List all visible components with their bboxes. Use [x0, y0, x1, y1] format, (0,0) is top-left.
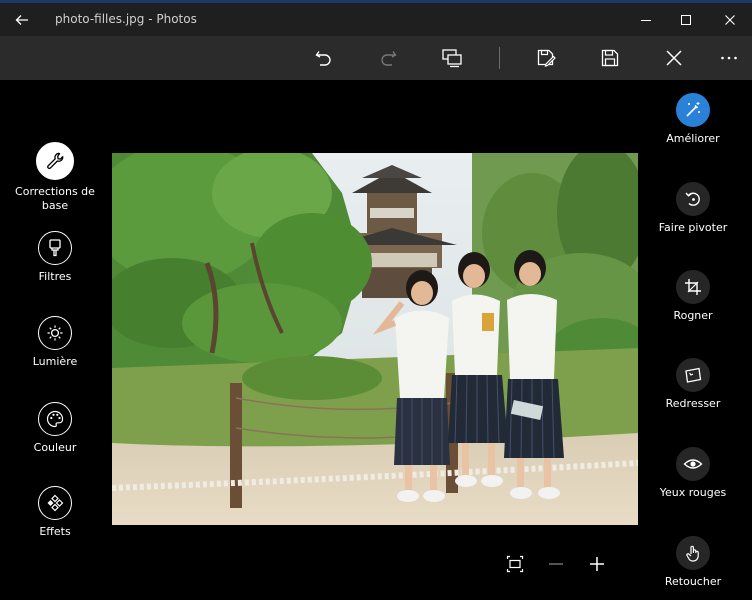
- tool-basic-corrections[interactable]: Corrections de base: [5, 142, 105, 213]
- title-bar: photo-filles.jpg - Photos: [0, 0, 752, 36]
- photos-app-window: photo-filles.jpg - Photos Corrections de…: [0, 0, 752, 600]
- tool-label: Couleur: [33, 441, 77, 454]
- minus-icon: [549, 563, 563, 565]
- save-icon: [601, 49, 619, 67]
- close-window-button[interactable]: [710, 6, 750, 34]
- save-button[interactable]: [595, 44, 625, 72]
- tool-label: Lumière: [32, 355, 78, 368]
- maximize-button[interactable]: [666, 6, 706, 34]
- maximize-icon: [681, 15, 691, 25]
- close-icon: [666, 50, 682, 66]
- save-copy-icon: [537, 49, 556, 67]
- tool-rotate[interactable]: Faire pivoter: [643, 182, 743, 235]
- minimize-button[interactable]: [626, 6, 666, 34]
- tool-label: Améliorer: [666, 132, 720, 145]
- palette-icon: [38, 402, 72, 436]
- more-options-button[interactable]: [714, 44, 744, 72]
- photo-image: [112, 153, 638, 525]
- window-title: photo-filles.jpg - Photos: [55, 12, 197, 26]
- tool-color[interactable]: Couleur: [5, 402, 105, 455]
- fit-screen-icon: [506, 555, 524, 573]
- edit-toolbar: [0, 36, 752, 80]
- touch-hand-icon: [676, 536, 710, 570]
- tool-label: Redresser: [665, 397, 721, 410]
- redo-button[interactable]: [373, 44, 403, 72]
- back-button[interactable]: [8, 6, 36, 34]
- undo-icon: [315, 51, 331, 66]
- tool-crop[interactable]: Rogner: [643, 270, 743, 323]
- effects-icon: [38, 486, 72, 520]
- rotate-icon: [676, 182, 710, 216]
- tool-label: Corrections de base: [15, 185, 95, 212]
- compare-icon: [442, 49, 462, 68]
- undo-button[interactable]: [309, 44, 339, 72]
- tool-filters[interactable]: Filtres: [5, 231, 105, 284]
- zoom-in-button[interactable]: [584, 551, 610, 577]
- fit-to-window-button[interactable]: [502, 551, 528, 577]
- tool-light[interactable]: Lumière: [5, 316, 105, 369]
- more-dots-icon: [721, 56, 737, 60]
- tool-label: Filtres: [38, 270, 72, 283]
- photo-canvas[interactable]: [112, 153, 638, 525]
- tool-enhance[interactable]: Améliorer: [643, 93, 743, 146]
- brush-icon: [38, 231, 72, 265]
- tool-effects[interactable]: Effets: [5, 486, 105, 539]
- wrench-icon: [36, 142, 74, 180]
- tool-label: Rogner: [673, 309, 713, 322]
- tool-label: Yeux rouges: [659, 486, 727, 499]
- compare-button[interactable]: [437, 44, 467, 72]
- tool-straighten[interactable]: Redresser: [643, 358, 743, 411]
- toolbar-separator: [499, 47, 500, 69]
- plus-icon: [590, 557, 604, 571]
- eye-icon: [676, 447, 710, 481]
- zoom-out-button[interactable]: [543, 551, 569, 577]
- tool-red-eye[interactable]: Yeux rouges: [643, 447, 743, 500]
- save-copy-button[interactable]: [531, 44, 561, 72]
- tool-retouch[interactable]: Retoucher: [643, 536, 743, 589]
- straighten-icon: [676, 358, 710, 392]
- redo-icon: [381, 51, 397, 66]
- crop-icon: [676, 270, 710, 304]
- sun-icon: [38, 316, 72, 350]
- magic-wand-icon: [676, 93, 710, 127]
- cancel-edit-button[interactable]: [659, 44, 689, 72]
- close-icon: [725, 15, 735, 25]
- tool-label: Faire pivoter: [658, 221, 728, 234]
- minimize-icon: [641, 20, 651, 21]
- tool-label: Retoucher: [664, 575, 722, 588]
- tool-label: Effets: [39, 525, 71, 538]
- arrow-left-icon: [15, 15, 28, 25]
